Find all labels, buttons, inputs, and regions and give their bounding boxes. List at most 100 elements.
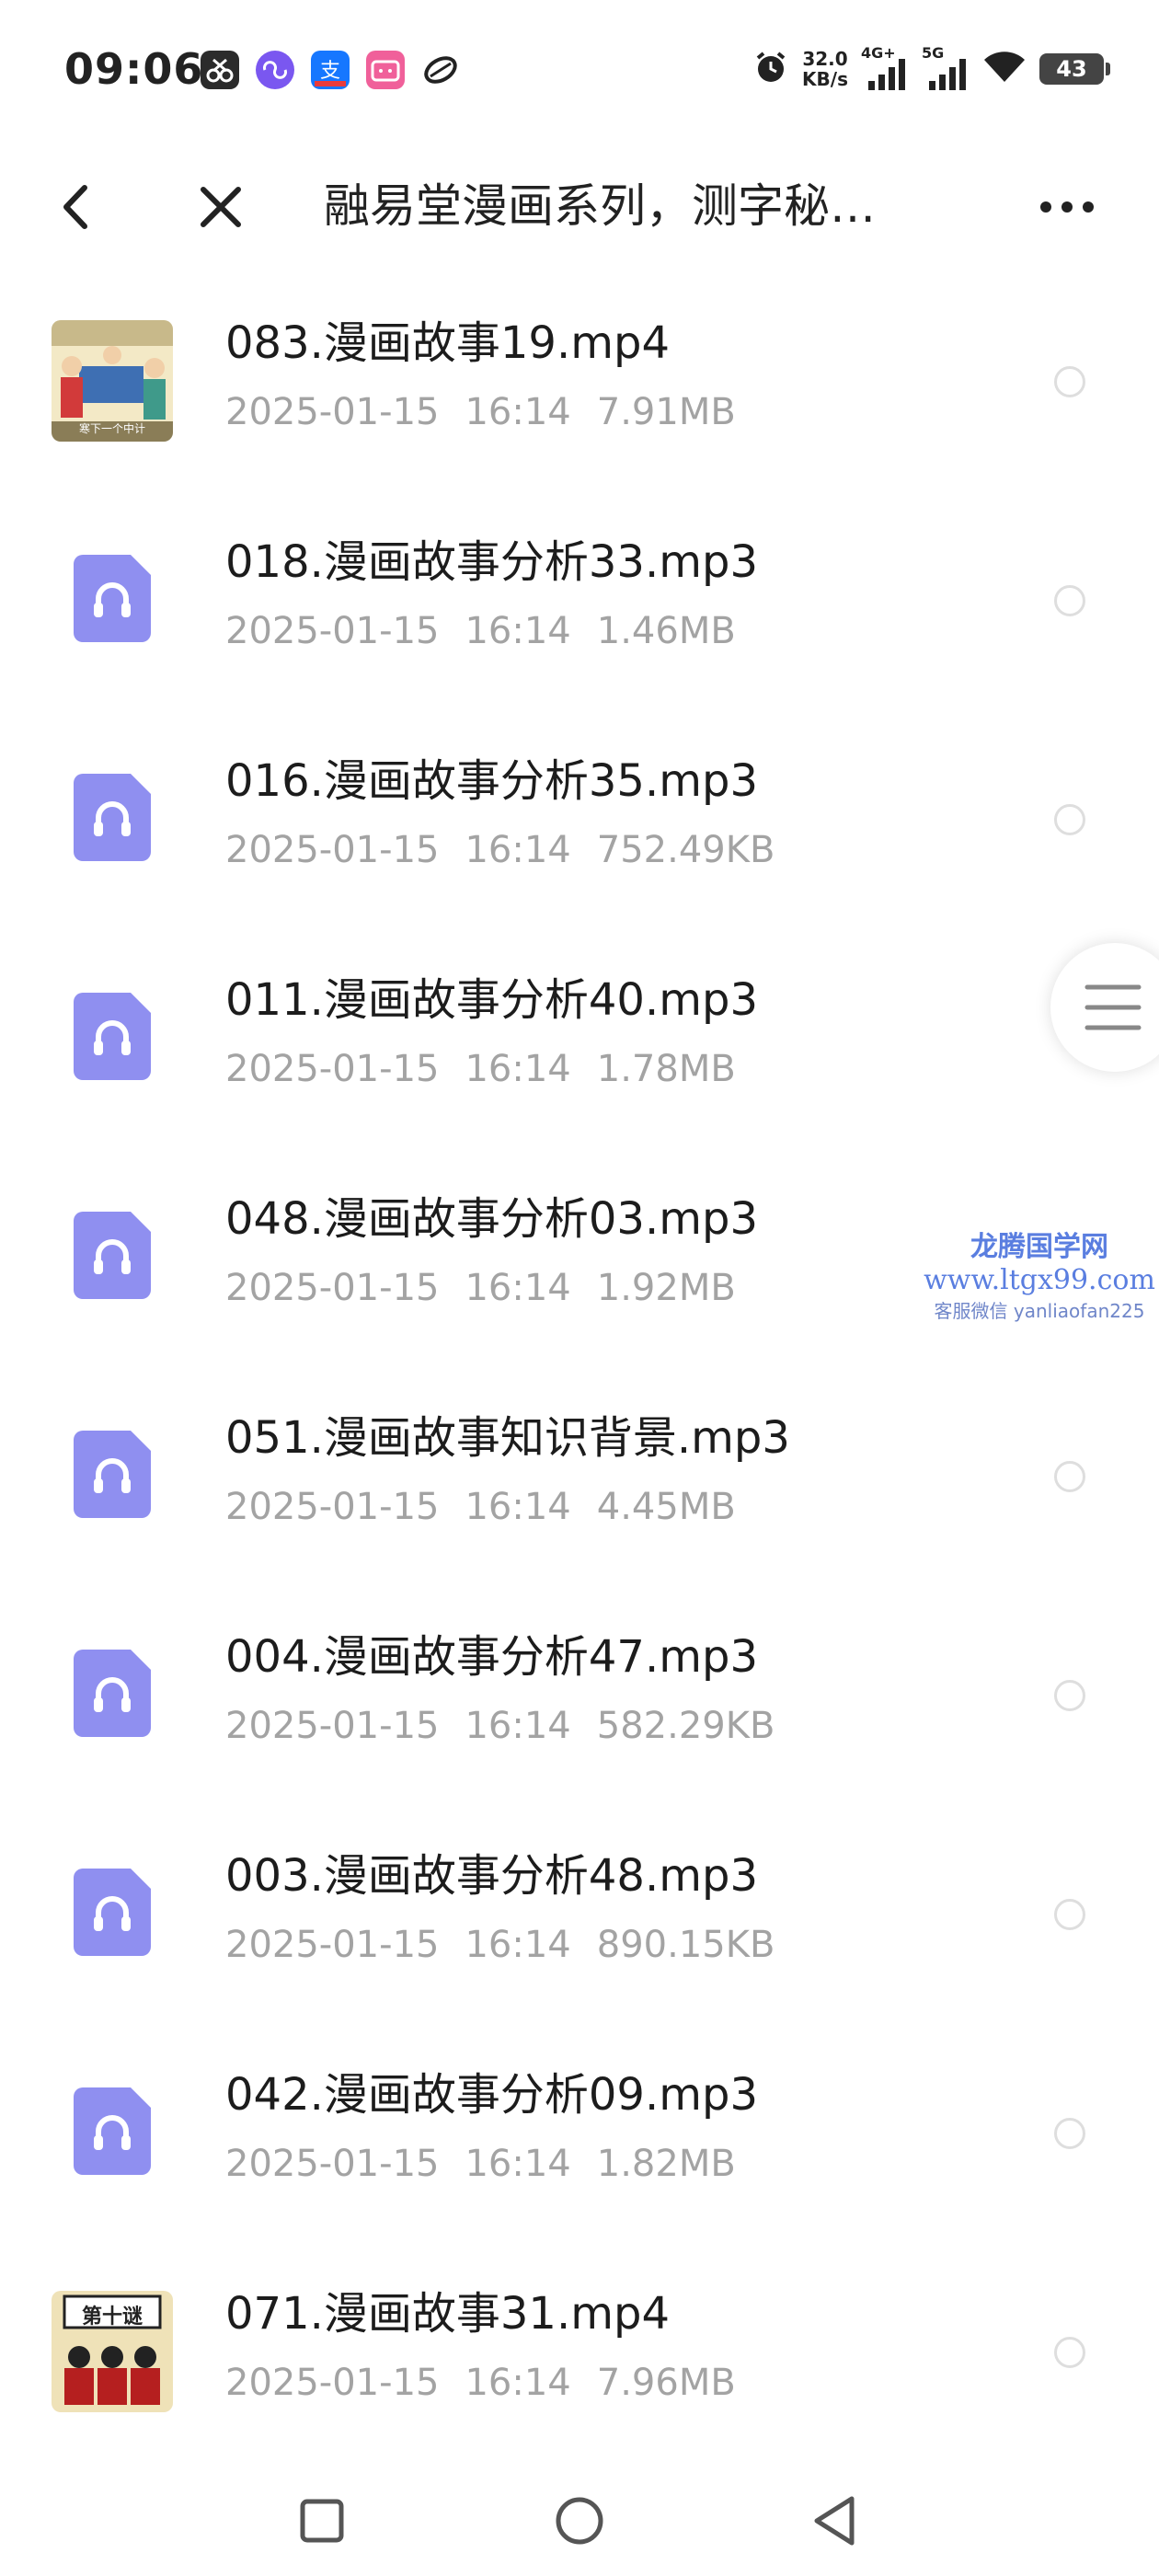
file-date: 2025-01-15 bbox=[225, 391, 440, 433]
more-dots-icon bbox=[1040, 201, 1094, 213]
file-time: 16:14 bbox=[465, 2362, 571, 2404]
thumbnail-caption: 寒下一个中计 bbox=[78, 422, 145, 435]
file-row[interactable]: 042.漫画故事分析09.mp3 2025-01-15 16:14 1.82MB bbox=[0, 2018, 1159, 2237]
signal-4g-icon: 4G+ bbox=[861, 44, 909, 90]
audio-file-icon bbox=[74, 774, 151, 861]
page-title: 融易堂漫画系列，测字秘… bbox=[324, 179, 876, 233]
select-radio[interactable] bbox=[1054, 804, 1085, 835]
file-meta: 2025-01-15 16:14 7.96MB bbox=[225, 2359, 762, 2407]
file-date: 2025-01-15 bbox=[225, 1267, 440, 1309]
audio-file-icon bbox=[74, 1431, 151, 1518]
audio-file-icon bbox=[74, 1650, 151, 1737]
wifi-icon bbox=[982, 49, 1027, 89]
loop-app-icon bbox=[256, 51, 294, 89]
audio-file-icon bbox=[74, 993, 151, 1080]
file-row[interactable]: 寒下一个中计 083.漫画故事19.mp4 2025-01-15 16:14 7.91M… bbox=[0, 267, 1159, 486]
select-radio[interactable] bbox=[1054, 366, 1085, 397]
recents-button[interactable] bbox=[285, 2484, 359, 2558]
file-row[interactable]: 018.漫画故事分析33.mp3 2025-01-15 16:14 1.46MB bbox=[0, 486, 1159, 705]
file-meta: 2025-01-15 16:14 4.45MB bbox=[225, 1483, 762, 1531]
battery-indicator: 43 bbox=[1039, 53, 1110, 85]
select-radio[interactable] bbox=[1054, 1461, 1085, 1492]
file-size: 890.15KB bbox=[596, 1924, 775, 1966]
video-thumbnail: 寒下一个中计 bbox=[52, 320, 173, 442]
file-size: 1.46MB bbox=[596, 610, 736, 652]
file-name: 011.漫画故事分析40.mp3 bbox=[225, 974, 758, 1026]
status-bar: 09:06 支 32.0 KB/s 4G+ 5G 43 bbox=[0, 0, 1159, 138]
file-meta: 2025-01-15 16:14 1.46MB bbox=[225, 607, 762, 655]
file-date: 2025-01-15 bbox=[225, 610, 440, 652]
audio-file-icon bbox=[74, 1212, 151, 1299]
file-date: 2025-01-15 bbox=[225, 1924, 440, 1966]
header-bar: 融易堂漫画系列，测字秘… bbox=[0, 156, 1159, 258]
file-meta: 2025-01-15 16:14 582.29KB bbox=[225, 1702, 800, 1750]
audio-file-icon bbox=[74, 2087, 151, 2175]
file-time: 16:14 bbox=[465, 1486, 571, 1528]
file-row[interactable]: 051.漫画故事知识背景.mp3 2025-01-15 16:14 4.45MB bbox=[0, 1362, 1159, 1581]
signal-5g-icon: 5G bbox=[922, 44, 970, 90]
select-radio[interactable] bbox=[1054, 585, 1085, 616]
file-date: 2025-01-15 bbox=[225, 1048, 440, 1090]
watermark-site-name: 龙腾国学网 bbox=[970, 1231, 1108, 1263]
alarm-icon bbox=[752, 49, 789, 89]
file-meta: 2025-01-15 16:14 1.92MB bbox=[225, 1264, 762, 1312]
system-nav-bar bbox=[0, 2466, 1159, 2576]
file-size: 1.82MB bbox=[596, 2143, 736, 2185]
file-time: 16:14 bbox=[465, 1267, 571, 1309]
audio-file-icon bbox=[74, 555, 151, 642]
file-size: 7.91MB bbox=[596, 391, 736, 433]
file-size: 7.96MB bbox=[596, 2362, 736, 2404]
select-radio[interactable] bbox=[1054, 1899, 1085, 1930]
file-row[interactable]: 016.漫画故事分析35.mp3 2025-01-15 16:14 752.49KB bbox=[0, 705, 1159, 924]
network-speed: 32.0 KB/s bbox=[802, 49, 848, 89]
circle-icon bbox=[556, 2497, 603, 2545]
file-name: 003.漫画故事分析48.mp3 bbox=[225, 1850, 758, 1902]
watermark-url: www.ltgx99.com bbox=[924, 1264, 1155, 1296]
file-row[interactable]: 004.漫画故事分析47.mp3 2025-01-15 16:14 582.29KB bbox=[0, 1581, 1159, 1800]
file-time: 16:14 bbox=[465, 2143, 571, 2185]
file-row[interactable]: 003.漫画故事分析48.mp3 2025-01-15 16:14 890.15KB bbox=[0, 1800, 1159, 2018]
file-date: 2025-01-15 bbox=[225, 1486, 440, 1528]
file-time: 16:14 bbox=[465, 829, 571, 871]
more-options-button[interactable] bbox=[1030, 175, 1104, 239]
file-meta: 2025-01-15 16:14 1.82MB bbox=[225, 2140, 762, 2188]
file-row[interactable]: 第十谜 071.漫画故事31.mp4 2025-01-15 16:14 7.96MB bbox=[0, 2237, 1159, 2456]
audio-file-icon bbox=[74, 1869, 151, 1956]
file-date: 2025-01-15 bbox=[225, 2143, 440, 2185]
file-time: 16:14 bbox=[465, 391, 571, 433]
watermark: 龙腾国学网 www.ltgx99.com 客服微信 yanliaofan225 bbox=[920, 1224, 1159, 1323]
network-speed-value: 32.0 bbox=[802, 48, 848, 70]
file-date: 2025-01-15 bbox=[225, 2362, 440, 2404]
select-radio[interactable] bbox=[1054, 1680, 1085, 1711]
triangle-back-icon bbox=[814, 2496, 855, 2546]
file-time: 16:14 bbox=[465, 1048, 571, 1090]
select-radio[interactable] bbox=[1054, 2337, 1085, 2368]
back-nav-button[interactable] bbox=[798, 2484, 872, 2558]
file-time: 16:14 bbox=[465, 610, 571, 652]
file-name: 083.漫画故事19.mp4 bbox=[225, 317, 670, 369]
file-meta: 2025-01-15 16:14 890.15KB bbox=[225, 1921, 800, 1969]
file-size: 582.29KB bbox=[596, 1705, 775, 1747]
scissors-app-icon bbox=[201, 51, 239, 89]
home-button[interactable] bbox=[543, 2484, 616, 2558]
close-icon bbox=[201, 187, 241, 227]
chevron-left-icon bbox=[63, 185, 87, 229]
file-time: 16:14 bbox=[465, 1705, 571, 1747]
file-date: 2025-01-15 bbox=[225, 1705, 440, 1747]
back-button[interactable] bbox=[46, 175, 110, 239]
leaf-app-icon bbox=[421, 51, 460, 89]
file-name: 071.漫画故事31.mp4 bbox=[225, 2288, 670, 2340]
file-meta: 2025-01-15 16:14 7.91MB bbox=[225, 388, 762, 436]
file-row[interactable]: 011.漫画故事分析40.mp3 2025-01-15 16:14 1.78MB bbox=[0, 924, 1159, 1143]
file-size: 1.78MB bbox=[596, 1048, 736, 1090]
close-button[interactable] bbox=[189, 175, 253, 239]
file-name: 042.漫画故事分析09.mp3 bbox=[225, 2069, 758, 2121]
status-indicators: 32.0 KB/s 4G+ 5G 43 bbox=[752, 41, 1110, 97]
svg-text:支: 支 bbox=[320, 60, 340, 83]
file-name: 018.漫画故事分析33.mp3 bbox=[225, 536, 758, 588]
bilibili-app-icon bbox=[366, 51, 405, 89]
file-meta: 2025-01-15 16:14 1.78MB bbox=[225, 1045, 762, 1093]
menu-lines-icon bbox=[1084, 984, 1142, 1030]
square-icon bbox=[300, 2499, 344, 2543]
select-radio[interactable] bbox=[1054, 2118, 1085, 2149]
